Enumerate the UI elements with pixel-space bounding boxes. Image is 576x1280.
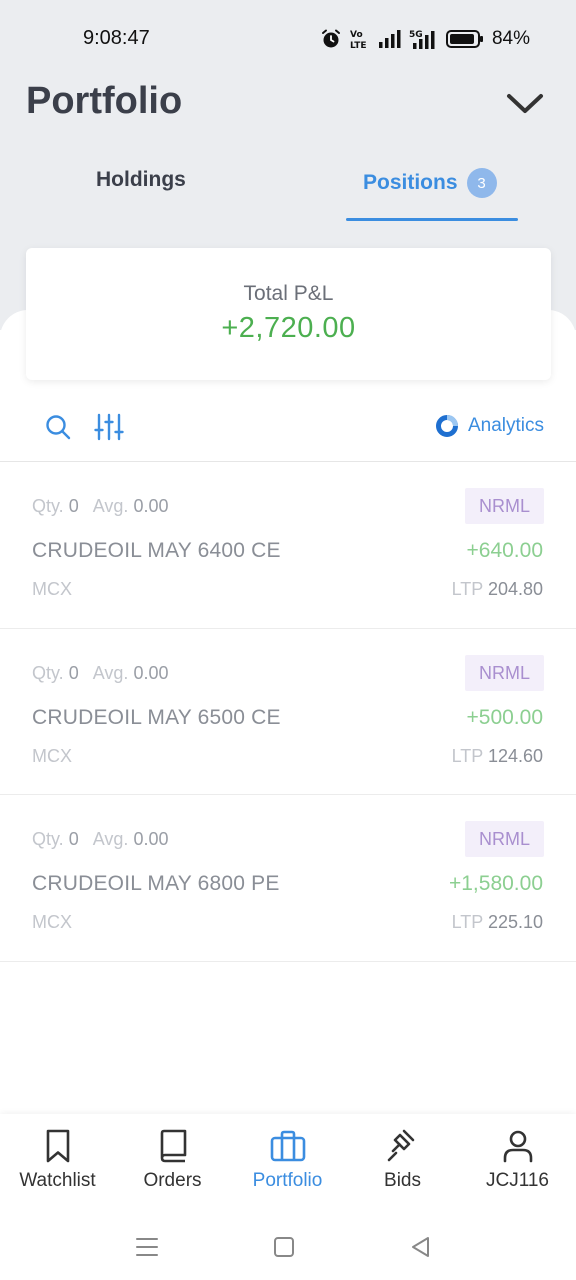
active-tab-indicator bbox=[346, 218, 518, 221]
position-pnl: +1,580.00 bbox=[448, 872, 543, 895]
position-row[interactable]: Qty. 0 Avg. 0.00 NRML CRUDEOIL MAY 6800 … bbox=[0, 795, 576, 962]
nav-portfolio[interactable]: Portfolio bbox=[230, 1128, 345, 1192]
svg-text:5G: 5G bbox=[409, 30, 423, 40]
ltp-label: LTP bbox=[451, 912, 483, 932]
status-icons: Vo LTE 5G 84% bbox=[320, 24, 530, 54]
position-symbol: CRUDEOIL MAY 6500 CE bbox=[32, 705, 281, 729]
ltp-value: 225.10 bbox=[487, 912, 543, 932]
tab-positions-label: Positions bbox=[363, 171, 458, 194]
total-pnl-label: Total P&L bbox=[243, 282, 334, 305]
qty-label: Qty. bbox=[32, 496, 64, 516]
position-qty-avg: Qty. 0 Avg. 0.00 bbox=[32, 663, 168, 684]
position-ltp: LTP 225.10 bbox=[452, 912, 543, 933]
nav-watchlist[interactable]: Watchlist bbox=[0, 1128, 115, 1192]
analytics-label: Analytics bbox=[467, 415, 544, 436]
tab-holdings[interactable]: Holdings bbox=[96, 168, 186, 192]
nav-orders-label: Orders bbox=[143, 1170, 202, 1191]
analytics-button[interactable]: Analytics bbox=[435, 414, 544, 438]
svg-text:Vo: Vo bbox=[350, 30, 363, 40]
ltp-label: LTP bbox=[451, 579, 483, 599]
alarm-icon bbox=[321, 29, 340, 48]
search-icon[interactable] bbox=[44, 413, 72, 441]
qty-label: Qty. bbox=[32, 662, 64, 683]
nav-watchlist-label: Watchlist bbox=[19, 1170, 96, 1191]
total-pnl-value: +2,720.00 bbox=[221, 312, 356, 344]
book-icon bbox=[160, 1129, 186, 1163]
nav-profile-label: JCJ116 bbox=[485, 1170, 549, 1191]
qty-label: Qty. bbox=[32, 829, 64, 849]
tab-positions[interactable]: Positions 3 bbox=[363, 168, 497, 198]
nav-bids[interactable]: Bids bbox=[345, 1128, 460, 1192]
position-exchange: MCX bbox=[32, 745, 72, 766]
qty-value: 0 bbox=[68, 662, 79, 683]
ltp-label: LTP bbox=[451, 745, 483, 766]
product-tag: NRML bbox=[464, 488, 544, 524]
nav-bids-label: Bids bbox=[384, 1170, 421, 1191]
product-tag: NRML bbox=[464, 821, 544, 857]
nav-portfolio-label: Portfolio bbox=[252, 1170, 323, 1191]
position-exchange: MCX bbox=[32, 579, 72, 599]
qty-value: 0 bbox=[68, 496, 79, 516]
page-title: Portfolio bbox=[26, 80, 183, 122]
bottom-nav: Watchlist Orders Portfolio Bids JCJ116 bbox=[0, 1114, 576, 1214]
avg-label: Avg. bbox=[92, 662, 129, 683]
analytics-ring-icon bbox=[435, 415, 458, 437]
positions-count-badge: 3 bbox=[466, 168, 497, 198]
gavel-icon bbox=[387, 1129, 414, 1162]
position-ltp: LTP 124.60 bbox=[452, 746, 543, 767]
position-qty-avg: Qty. 0 Avg. 0.00 bbox=[32, 496, 168, 517]
status-bar: 9:08:47 Vo LTE 5G 84% bbox=[0, 0, 576, 76]
nav-profile[interactable]: JCJ116 bbox=[460, 1128, 575, 1192]
qty-value: 0 bbox=[68, 829, 79, 849]
briefcase-icon bbox=[270, 1130, 305, 1162]
product-tag: NRML bbox=[464, 654, 544, 691]
avg-label: Avg. bbox=[92, 496, 129, 516]
ltp-value: 124.60 bbox=[487, 745, 543, 766]
user-icon bbox=[503, 1130, 532, 1163]
back-triangle-icon[interactable] bbox=[408, 1234, 434, 1260]
position-pnl: +500.00 bbox=[466, 705, 544, 729]
volte-icon: Vo LTE bbox=[350, 30, 367, 50]
avg-label: Avg. bbox=[92, 829, 129, 849]
signal-5g-icon: 5G bbox=[409, 30, 435, 49]
avg-value: 0.00 bbox=[133, 496, 169, 516]
nav-orders[interactable]: Orders bbox=[115, 1128, 230, 1192]
position-symbol: CRUDEOIL MAY 6800 PE bbox=[32, 872, 280, 895]
position-qty-avg: Qty. 0 Avg. 0.00 bbox=[32, 829, 168, 850]
chevron-down-icon[interactable] bbox=[505, 88, 545, 120]
filter-sliders-icon[interactable] bbox=[94, 412, 124, 442]
position-exchange: MCX bbox=[32, 912, 72, 932]
portfolio-screen: 9:08:47 Vo LTE 5G 84% Portfolio Holdings… bbox=[0, 0, 576, 1280]
status-time: 9:08:47 bbox=[83, 27, 150, 49]
position-symbol: CRUDEOIL MAY 6400 CE bbox=[32, 539, 281, 562]
battery-icon bbox=[445, 30, 483, 48]
positions-toolbar: Analytics bbox=[0, 400, 576, 462]
total-pnl-card: Total P&L +2,720.00 bbox=[26, 248, 551, 380]
bookmark-icon bbox=[46, 1129, 69, 1163]
position-pnl: +640.00 bbox=[466, 539, 544, 562]
positions-list: Qty. 0 Avg. 0.00 NRML CRUDEOIL MAY 6400 … bbox=[0, 462, 576, 962]
position-ltp: LTP 204.80 bbox=[452, 579, 543, 600]
home-square-icon[interactable] bbox=[271, 1234, 297, 1260]
ltp-value: 204.80 bbox=[487, 579, 543, 599]
avg-value: 0.00 bbox=[133, 662, 169, 683]
position-row[interactable]: Qty. 0 Avg. 0.00 NRML CRUDEOIL MAY 6400 … bbox=[0, 462, 576, 629]
signal-icon bbox=[378, 30, 401, 48]
position-row[interactable]: Qty. 0 Avg. 0.00 NRML CRUDEOIL MAY 6500 … bbox=[0, 629, 576, 795]
battery-percentage: 84% bbox=[491, 28, 530, 49]
system-navigation-bar bbox=[0, 1214, 576, 1280]
svg-text:LTE: LTE bbox=[350, 41, 367, 50]
avg-value: 0.00 bbox=[133, 829, 169, 849]
menu-icon[interactable] bbox=[134, 1234, 160, 1260]
